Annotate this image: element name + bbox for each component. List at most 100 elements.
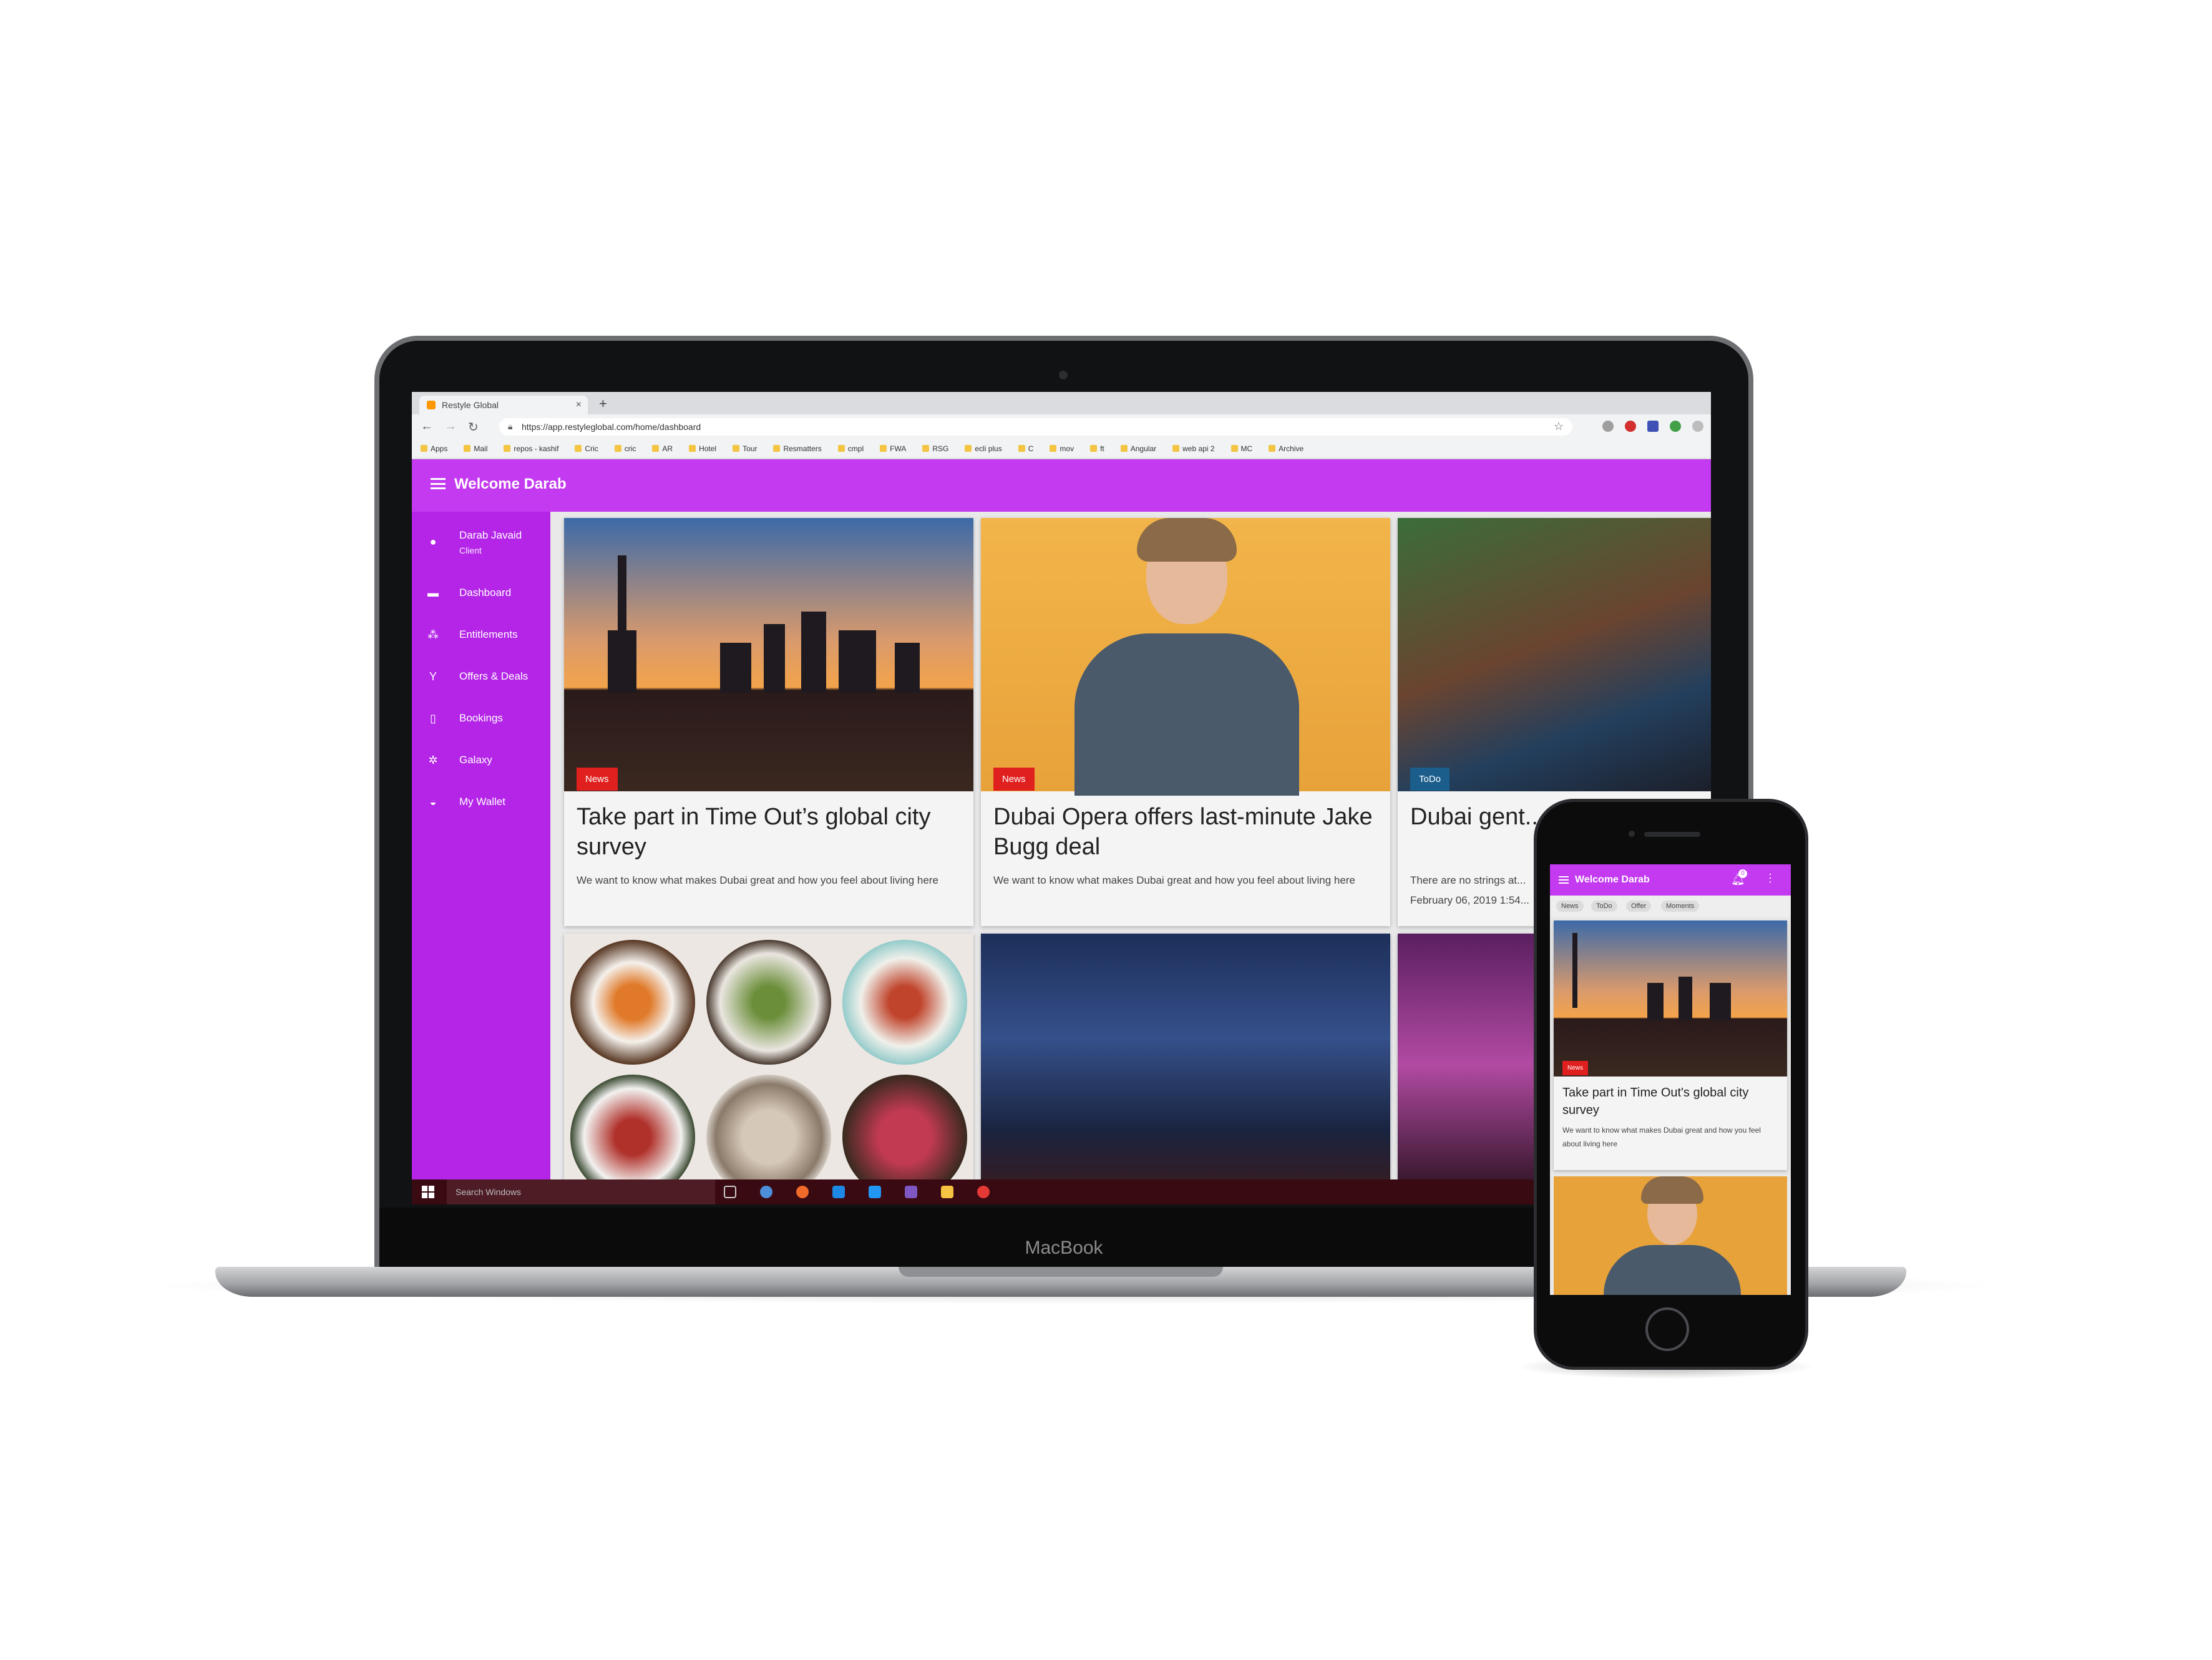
folder-icon bbox=[1172, 445, 1180, 452]
reload-icon[interactable]: ↻ bbox=[468, 419, 479, 435]
bookmark-item[interactable]: Angular bbox=[1120, 444, 1156, 453]
stage: MacBook Restyle Global × + ← → ↻ 🔒︎ http… bbox=[0, 0, 2212, 1660]
card-title: Take part in Time Out's global city surv… bbox=[1562, 1086, 1749, 1117]
entitlements-icon: ⁂ bbox=[427, 628, 439, 641]
visual-studio-icon[interactable] bbox=[905, 1186, 917, 1198]
bookmark-item[interactable]: cric bbox=[614, 444, 636, 453]
person-icon: ● bbox=[429, 535, 437, 548]
back-icon[interactable]: ← bbox=[421, 419, 433, 434]
bookmark-item[interactable]: Resmatters bbox=[773, 444, 822, 453]
bookmark-label: Mail bbox=[474, 444, 488, 453]
city-skyline-image bbox=[564, 518, 973, 791]
sidebar-item-entitlements[interactable]: ⁂ Entitlements bbox=[412, 621, 550, 658]
phone-news-card[interactable]: News Take part in Time Out's global city… bbox=[1554, 920, 1787, 1170]
bookmark-item[interactable]: RSG bbox=[922, 444, 948, 453]
address-bar[interactable]: 🔒︎ https://app.restyleglobal.com/home/da… bbox=[499, 418, 1572, 436]
sidebar-item-dashboard[interactable]: ▬ Dashboard bbox=[412, 579, 550, 617]
bookmark-item[interactable]: repos - kashif bbox=[504, 444, 558, 453]
phone-screen: Welcome Darab 🔔︎ 0 ⋮ News ToDo Offer Mom… bbox=[1550, 864, 1791, 1295]
folder-icon bbox=[689, 445, 696, 452]
favicon-icon bbox=[427, 401, 436, 409]
extension-icon[interactable] bbox=[1625, 421, 1636, 432]
bookmark-item[interactable]: FWA bbox=[880, 444, 906, 453]
card-title: Dubai Opera offers last-minute Jake Bugg… bbox=[993, 804, 1373, 860]
extension-icon[interactable] bbox=[1670, 421, 1681, 432]
sidebar: ● Darab Javaid Client ▬ Dashboard ⁂ Enti… bbox=[412, 512, 550, 1179]
person-photo-image[interactable] bbox=[1554, 1176, 1787, 1295]
lock-icon: 🔒︎ bbox=[508, 421, 513, 431]
bookmark-item[interactable]: Cric bbox=[575, 444, 598, 453]
folder-icon bbox=[614, 445, 621, 452]
chrome-icon[interactable] bbox=[977, 1186, 990, 1198]
bookmark-label: Apps bbox=[431, 444, 448, 453]
news-card[interactable]: News Dubai Opera offers last-minute Jake… bbox=[981, 518, 1390, 926]
sidebar-item-label: Entitlements bbox=[459, 628, 518, 640]
extension-icon[interactable] bbox=[1602, 421, 1614, 432]
bookmark-item[interactable]: AR bbox=[652, 444, 673, 453]
bookmark-label: MC bbox=[1240, 444, 1253, 453]
file-explorer-icon[interactable] bbox=[941, 1186, 953, 1198]
device-label: MacBook bbox=[1025, 1238, 1103, 1258]
chip-offer[interactable]: Offer bbox=[1626, 901, 1652, 912]
address-url: https://app.restyleglobal.com/home/dashb… bbox=[522, 422, 701, 432]
windows-search-input[interactable]: Search Windows bbox=[447, 1179, 715, 1204]
user-name: Darab Javaid bbox=[459, 529, 522, 541]
dinner-view-image[interactable] bbox=[981, 934, 1390, 1179]
browser-tab[interactable]: Restyle Global × bbox=[419, 396, 588, 414]
task-view-icon[interactable] bbox=[724, 1186, 736, 1198]
bookmark-item[interactable]: Apps bbox=[421, 444, 447, 453]
bookmark-label: C bbox=[1028, 444, 1034, 453]
bookmark-item[interactable]: C bbox=[1018, 444, 1034, 453]
chip-moments[interactable]: Moments bbox=[1661, 901, 1700, 912]
more-vert-icon[interactable]: ⋮ bbox=[1765, 872, 1776, 885]
bookmark-item[interactable]: ecli plus bbox=[965, 444, 1002, 453]
windows-start-icon[interactable] bbox=[422, 1186, 434, 1198]
extension-icon[interactable] bbox=[1647, 421, 1659, 432]
bookmark-item[interactable]: mov bbox=[1050, 444, 1074, 453]
chip-news[interactable]: News bbox=[1556, 901, 1584, 912]
phone-home-button[interactable] bbox=[1645, 1307, 1689, 1351]
folder-icon bbox=[575, 445, 582, 452]
bookmark-item[interactable]: Mail bbox=[464, 444, 487, 453]
close-icon[interactable]: × bbox=[576, 399, 582, 411]
app-icon[interactable] bbox=[796, 1186, 809, 1198]
sidebar-item-bookings[interactable]: ▯ Bookings bbox=[412, 705, 550, 742]
bookmark-label: ft bbox=[1100, 444, 1104, 453]
extension-icon[interactable] bbox=[1692, 421, 1703, 432]
folder-icon bbox=[922, 445, 930, 452]
sidebar-item-galaxy[interactable]: ✲ Galaxy bbox=[412, 746, 550, 784]
bookmark-item[interactable]: MC bbox=[1230, 444, 1253, 453]
app-title: Welcome Darab bbox=[454, 476, 567, 492]
folder-icon bbox=[652, 445, 660, 452]
vscode-icon[interactable] bbox=[869, 1186, 881, 1198]
new-tab-button[interactable]: + bbox=[599, 396, 607, 412]
news-card[interactable]: News Take part in Time Out’s global city… bbox=[564, 518, 973, 926]
windows-taskbar: Search Windows bbox=[412, 1179, 1711, 1204]
bookmark-item[interactable]: Archive bbox=[1269, 444, 1303, 453]
hamburger-menu-icon[interactable] bbox=[1559, 876, 1569, 884]
food-collage-image[interactable] bbox=[564, 934, 973, 1179]
folder-icon bbox=[733, 445, 740, 452]
forward-icon[interactable]: → bbox=[444, 419, 457, 434]
bookmark-item[interactable]: Hotel bbox=[689, 444, 716, 453]
bookmark-label: Hotel bbox=[699, 444, 717, 453]
chip-todo[interactable]: ToDo bbox=[1591, 901, 1617, 912]
bookmark-item[interactable]: ft bbox=[1090, 444, 1104, 453]
hamburger-menu-icon[interactable] bbox=[431, 478, 446, 489]
network-icon[interactable] bbox=[760, 1186, 772, 1198]
edge-icon[interactable] bbox=[832, 1186, 845, 1198]
galaxy-icon: ✲ bbox=[428, 754, 438, 766]
bookmark-item[interactable]: Tour bbox=[733, 444, 757, 453]
sidebar-user[interactable]: ● Darab Javaid Client bbox=[412, 523, 550, 573]
bookmark-item[interactable]: web api 2 bbox=[1172, 444, 1215, 453]
bookmark-label: repos - kashif bbox=[514, 444, 559, 453]
phone-filter-chips: News ToDo Offer Moments bbox=[1550, 896, 1791, 917]
tab-title: Restyle Global bbox=[442, 400, 499, 410]
bookmark-item[interactable]: cmpl bbox=[837, 444, 864, 453]
bookmark-star-icon[interactable]: ☆ bbox=[1554, 420, 1564, 433]
sidebar-item-wallet[interactable]: ◒ My Wallet bbox=[412, 788, 550, 826]
category-badge: News bbox=[1562, 1061, 1589, 1075]
sidebar-item-offers[interactable]: Y Offers & Deals bbox=[412, 663, 550, 700]
folder-icon bbox=[880, 445, 887, 452]
laptop-hinge-notch bbox=[899, 1267, 1223, 1277]
